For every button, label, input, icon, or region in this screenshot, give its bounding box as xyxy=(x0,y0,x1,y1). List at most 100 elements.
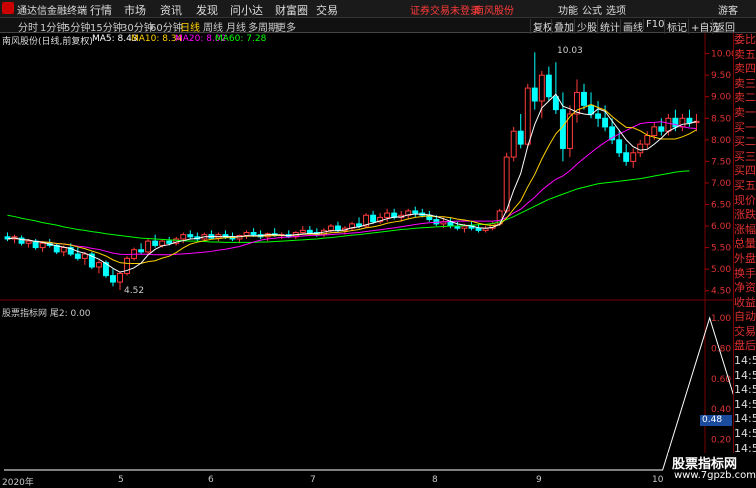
candle-body xyxy=(327,225,334,231)
candle-body xyxy=(95,262,102,268)
candle-body xyxy=(370,214,377,223)
side-label: 卖三 xyxy=(734,76,756,90)
side-label: 自动 xyxy=(734,310,756,324)
candle-body xyxy=(384,212,391,218)
candle-body xyxy=(616,139,623,154)
candle-body xyxy=(25,240,32,244)
indicator-group xyxy=(4,316,733,471)
side-label: 14:50 xyxy=(734,383,756,397)
date-label: 6 xyxy=(208,475,214,485)
side-label: 换手 xyxy=(734,266,756,280)
indicator-tick-label: 0.60 xyxy=(711,375,731,385)
side-label: 收益 xyxy=(734,295,756,309)
indicator-tick-label: 1.00 xyxy=(711,314,731,324)
candle-body xyxy=(503,156,510,212)
date-label: 10 xyxy=(652,475,664,485)
indicator-title: 股票指标网 尾2: 0.00 xyxy=(2,309,91,319)
price-tick-label: 6.00 xyxy=(711,222,731,232)
price-tick-label: 4.50 xyxy=(711,287,731,297)
side-label: 交易 xyxy=(734,324,756,338)
side-label: 买四 xyxy=(734,164,756,178)
watermark: 股票指标网 www.7gpzb.com xyxy=(668,453,756,487)
high-price-label: 10.03 xyxy=(557,46,583,56)
date-label: 8 xyxy=(432,475,438,485)
candle-body xyxy=(117,272,123,283)
candle-body xyxy=(538,74,545,102)
date-label: 7 xyxy=(310,475,316,485)
candle-body xyxy=(152,240,159,246)
indicator-line xyxy=(4,316,733,471)
candle-body xyxy=(145,240,152,253)
price-tick-label: 10.00 xyxy=(711,50,733,60)
side-label: 总量 xyxy=(734,237,756,251)
side-label: 14:50 xyxy=(734,427,756,441)
candle-body xyxy=(510,130,517,158)
side-label: 现价 xyxy=(734,193,756,207)
ma5-line xyxy=(7,93,697,273)
date-axis: 2020年 5 6 7 8 9 10 xyxy=(0,475,733,488)
price-axis: 10.00 9.50 9.00 8.50 8.00 7.50 7.00 6.50 6.00 5.5… xyxy=(705,50,733,297)
candle-body xyxy=(412,210,419,214)
candle-body xyxy=(306,229,313,234)
side-label: 外盘 xyxy=(734,251,756,265)
side-label: 14:50 xyxy=(734,397,756,411)
candle-body xyxy=(686,117,693,124)
ma10-line xyxy=(7,103,697,265)
candle-body xyxy=(166,240,173,244)
side-label: 14:50 xyxy=(734,412,756,426)
candle-body xyxy=(531,87,538,102)
side-label: 买二 xyxy=(734,135,756,149)
candle-body xyxy=(588,104,594,115)
price-tick-label: 5.00 xyxy=(711,265,731,275)
indicator-tick-label: 0.80 xyxy=(711,344,731,354)
candles-group xyxy=(4,52,700,290)
side-label: 买五 xyxy=(734,178,756,192)
date-label: 2020年 xyxy=(2,478,34,488)
candle-body xyxy=(524,87,531,145)
candle-body xyxy=(159,240,166,246)
indicator-value-badge: 0.48 xyxy=(700,415,732,426)
side-label: 净资 xyxy=(734,281,756,295)
side-label: 卖一 xyxy=(734,105,756,119)
candle-body xyxy=(39,242,46,249)
price-tick-label: 9.00 xyxy=(711,93,731,103)
candle-body xyxy=(644,135,651,145)
side-label: 盘后 xyxy=(734,339,756,353)
candle-body xyxy=(180,234,187,240)
date-label: 9 xyxy=(536,475,542,485)
candle-body xyxy=(74,253,81,259)
side-label: 卖四 xyxy=(734,62,756,76)
indicator-tick-label: 0.40 xyxy=(711,405,731,415)
candle-body xyxy=(356,223,362,227)
candlestick-chart[interactable]: 10.00 9.50 9.00 8.50 8.00 7.50 7.00 6.50 6.00 5.5… xyxy=(0,0,733,475)
candle-body xyxy=(581,91,587,106)
low-price-label: 4.52 xyxy=(124,286,144,296)
price-tick-label: 8.50 xyxy=(711,114,731,124)
side-label: 卖五 xyxy=(734,47,756,61)
candle-body xyxy=(630,152,637,162)
side-label: 买三 xyxy=(734,149,756,163)
candle-body xyxy=(81,253,88,259)
candle-body xyxy=(475,227,482,231)
candle-body xyxy=(559,109,566,149)
candle-body xyxy=(595,113,602,119)
price-tick-label: 6.50 xyxy=(711,200,731,210)
date-label: 5 xyxy=(118,475,124,485)
candle-body xyxy=(623,152,630,162)
candle-body xyxy=(138,249,145,253)
watermark-url: www.7gpzb.com xyxy=(674,470,756,481)
candle-body xyxy=(602,117,609,128)
ma60-line xyxy=(7,170,690,243)
candle-body xyxy=(545,74,552,98)
candle-body xyxy=(461,225,468,229)
indicator-tick-label: 0.20 xyxy=(711,436,731,446)
side-label: 委比 xyxy=(734,33,756,46)
candle-body xyxy=(250,232,257,236)
candle-body xyxy=(299,229,306,234)
candle-body xyxy=(665,117,672,132)
quote-side-panel: 委比 卖五 卖四 卖三 卖二 卖一 买一 买二 买三 买四 买五 现价 涨跌 涨幅 总量 外盘 换手 净资 收益 自动… xyxy=(733,33,756,487)
candle-body xyxy=(517,130,524,145)
ma-lines-group xyxy=(7,93,697,273)
candle-body xyxy=(334,225,341,231)
candle-body xyxy=(672,117,679,128)
